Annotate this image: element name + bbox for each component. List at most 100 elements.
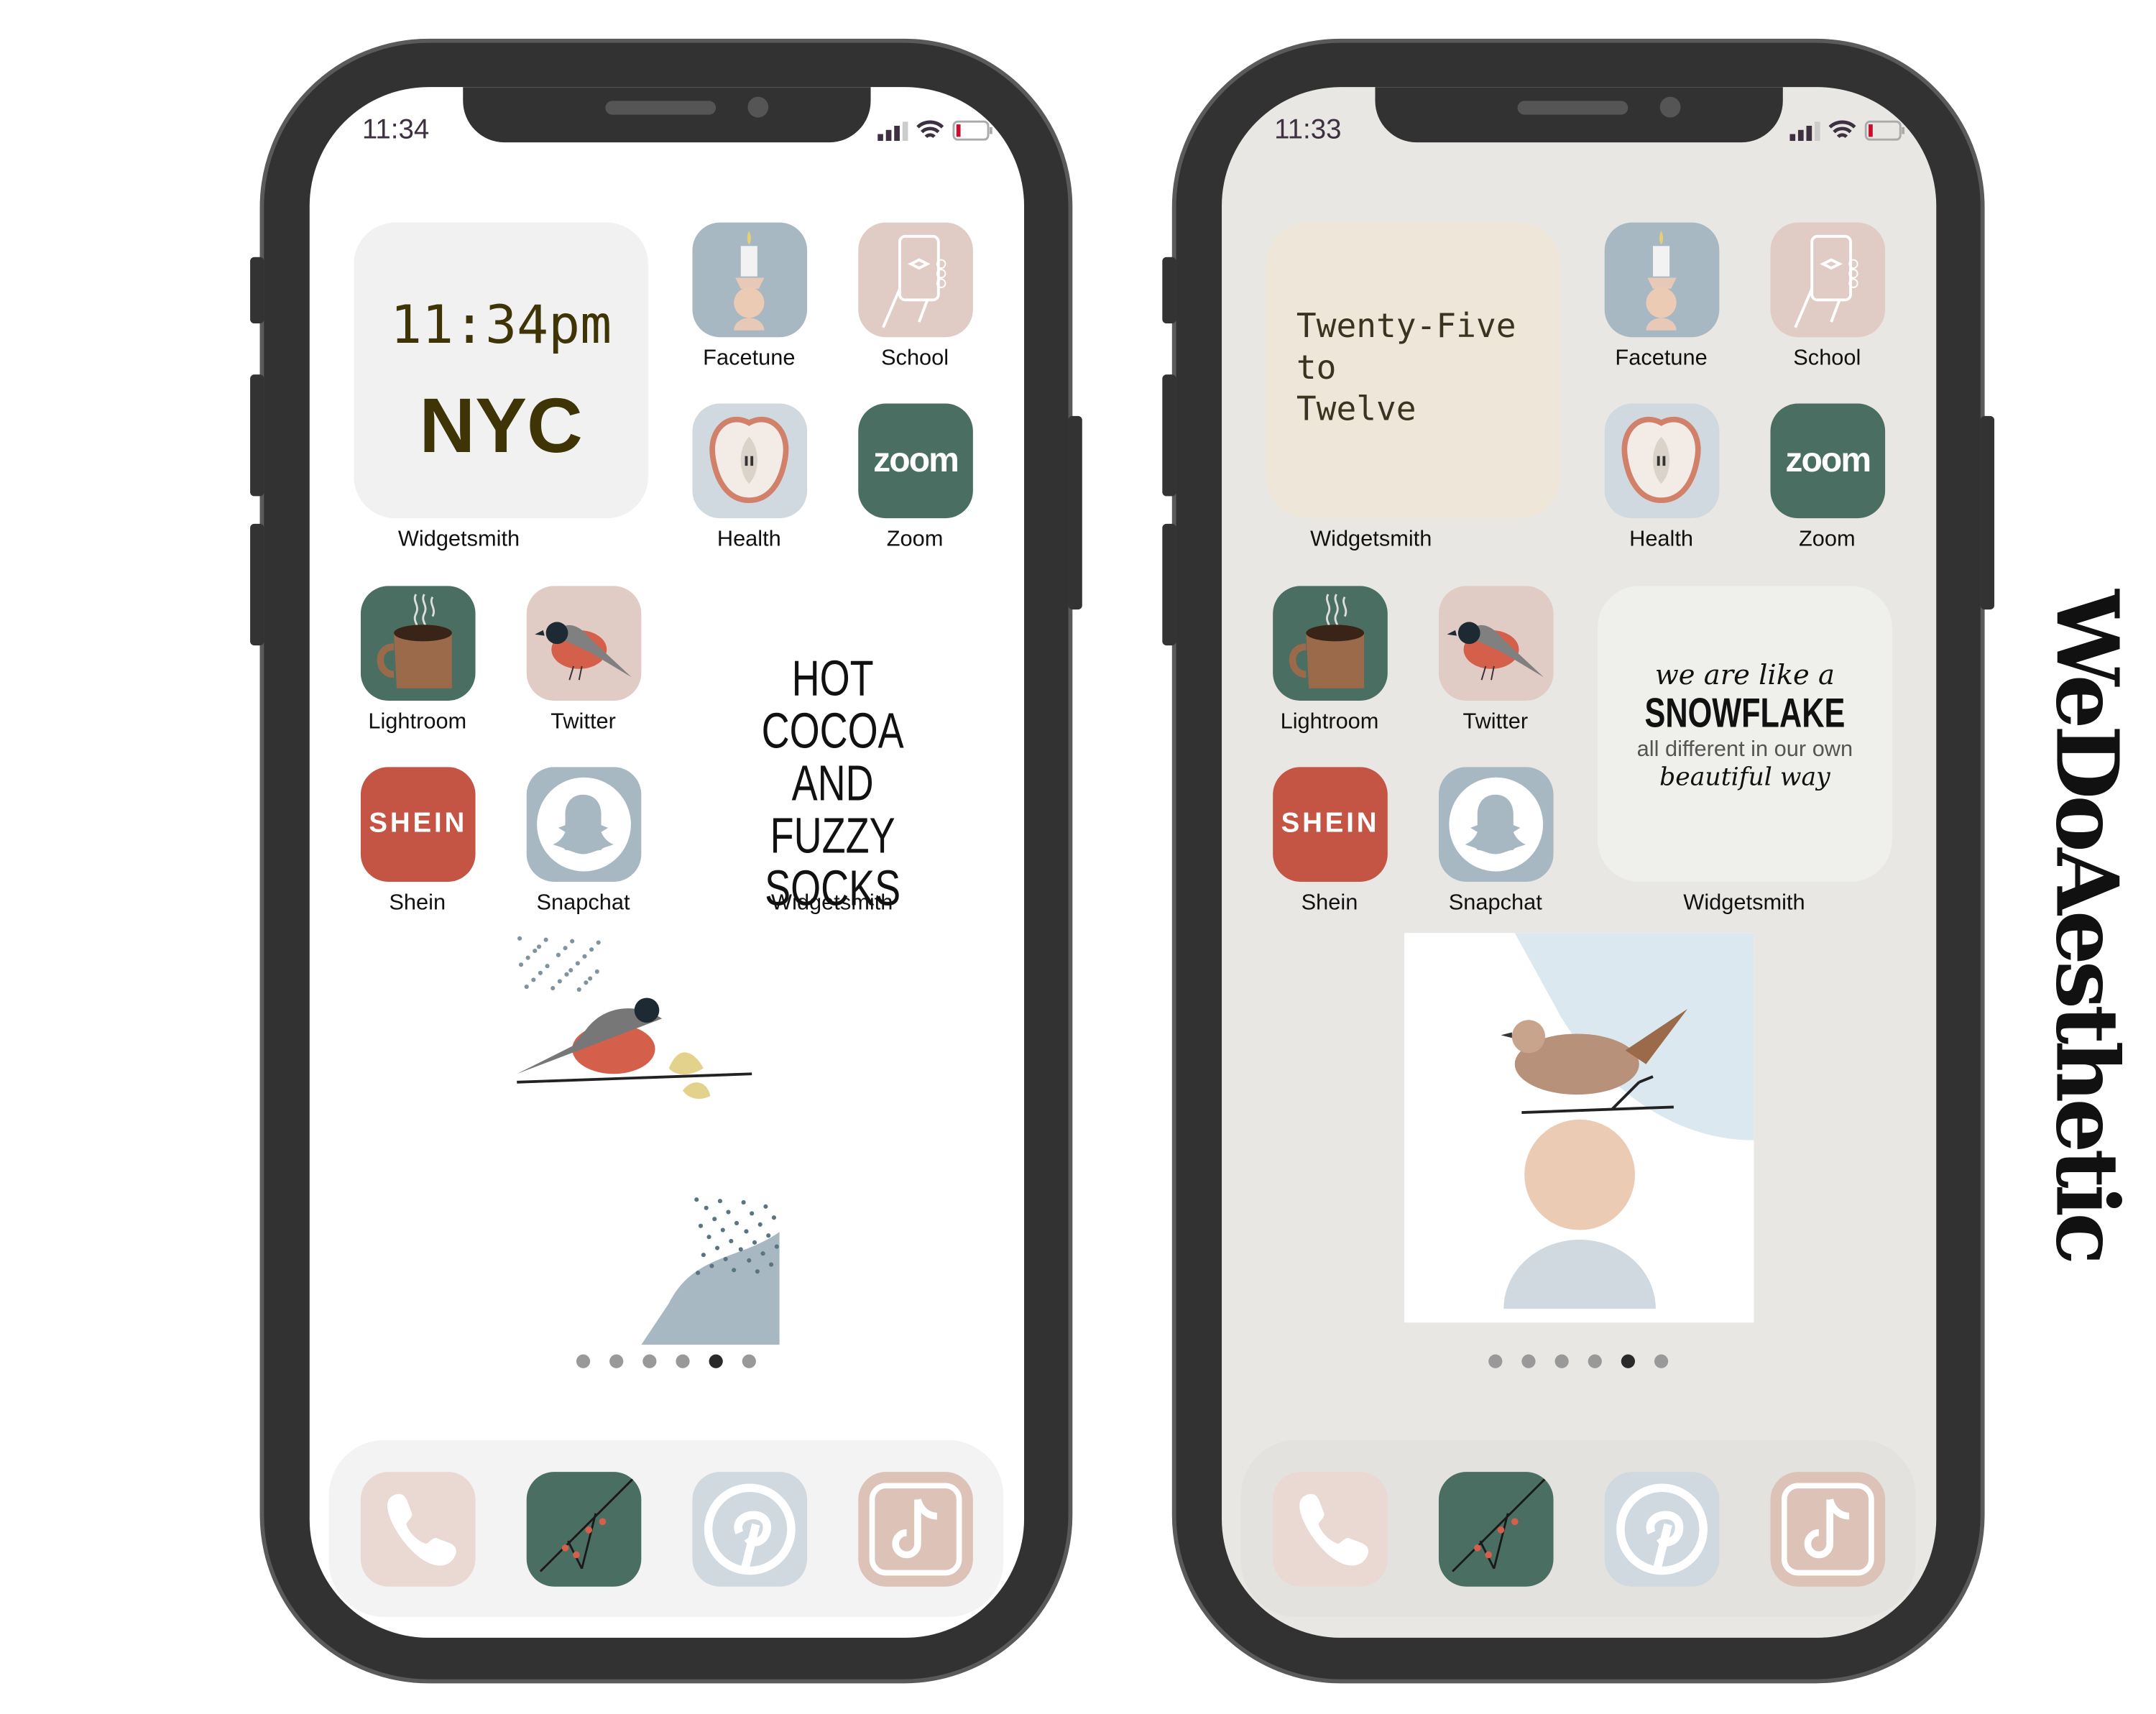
tiktok-icon <box>1781 1483 1874 1576</box>
phone-mockup: 11:34 11:34pm NYC Widgetsmith Facetune Sc… <box>250 38 1082 1684</box>
camera <box>747 96 769 118</box>
widget-line: HOT COCOA <box>761 649 904 759</box>
app-label: School <box>1793 346 1861 371</box>
volume-down-button <box>1162 523 1176 646</box>
pinterest-icon <box>1616 1483 1708 1575</box>
app-zoom[interactable]: zoom <box>858 403 973 519</box>
app-lightroom[interactable] <box>360 586 476 701</box>
app-label: Shein <box>389 891 446 916</box>
page-indicator[interactable] <box>1488 1354 1669 1368</box>
notch <box>1375 87 1783 143</box>
status-bar <box>877 120 994 141</box>
widget-time: 11:34pm <box>390 294 612 356</box>
wifi-icon <box>916 120 944 139</box>
app-shein[interactable]: SHEIN <box>360 767 476 882</box>
status-bar <box>1789 120 1906 141</box>
dock-tiktok[interactable] <box>1770 1472 1886 1587</box>
speaker <box>605 101 717 115</box>
clock-widget[interactable]: 11:34pm NYC <box>354 222 648 519</box>
page-dot[interactable] <box>1488 1354 1503 1368</box>
page-indicator[interactable] <box>576 1354 756 1368</box>
zoom-logo: zoom <box>1785 441 1871 480</box>
volume-up-button <box>1162 374 1176 497</box>
widget-label: Widgetsmith <box>1683 891 1805 916</box>
app-label: School <box>881 346 949 371</box>
page-dot[interactable] <box>1554 1354 1569 1368</box>
coffee-mug-icon <box>377 594 452 688</box>
apple-half-icon <box>1621 416 1701 504</box>
phone-icon <box>1299 1493 1369 1566</box>
page-dot[interactable] <box>709 1354 723 1368</box>
text-widget[interactable]: Twenty-Five to Twelve <box>1266 222 1561 519</box>
dock-phone[interactable] <box>1273 1472 1388 1587</box>
dock-photos[interactable] <box>526 1472 642 1587</box>
app-label: Snapchat <box>1448 891 1542 916</box>
power-button <box>1980 415 1995 610</box>
widget-line: Twelve <box>1296 390 1416 429</box>
bullfinch-icon <box>535 622 632 681</box>
dock-phone[interactable] <box>360 1472 476 1587</box>
app-facetune[interactable] <box>1604 222 1720 338</box>
phone-graduation-icon <box>882 234 946 328</box>
app-label: Zoom <box>886 527 944 552</box>
page-dot[interactable] <box>1621 1354 1636 1368</box>
app-shein[interactable]: SHEIN <box>1273 767 1388 882</box>
dock-pinterest[interactable] <box>692 1472 808 1587</box>
dock-tiktok[interactable] <box>858 1472 973 1587</box>
widget-script: beautiful way <box>1659 762 1830 792</box>
branch-berries-icon <box>1452 1473 1550 1572</box>
app-health[interactable] <box>1604 403 1720 519</box>
wifi-icon <box>1828 120 1856 139</box>
widget-label: Widgetsmith <box>771 891 893 916</box>
power-button <box>1068 415 1082 610</box>
widget-label: Widgetsmith <box>397 527 520 552</box>
speaker <box>1517 101 1628 115</box>
coffee-mug-icon <box>1289 594 1365 688</box>
shein-logo: SHEIN <box>1281 808 1380 839</box>
widget-line: AND <box>791 755 874 811</box>
candle-icon <box>734 231 765 331</box>
widget-body: all different in our own <box>1636 737 1853 762</box>
dock-photos[interactable] <box>1438 1472 1554 1587</box>
app-lightroom[interactable] <box>1273 586 1388 701</box>
volume-down-button <box>250 523 264 646</box>
app-facetune[interactable] <box>692 222 808 338</box>
app-snapchat[interactable] <box>1438 767 1554 882</box>
page-dot[interactable] <box>1521 1354 1536 1368</box>
dock-pinterest[interactable] <box>1604 1472 1720 1587</box>
widget-label: Widgetsmith <box>1310 527 1432 552</box>
dock <box>1240 1439 1916 1618</box>
bird-illustration <box>517 936 780 1345</box>
pinterest-icon <box>704 1483 796 1575</box>
app-label: Zoom <box>1799 527 1856 552</box>
app-health[interactable] <box>692 403 808 519</box>
page-dot[interactable] <box>742 1354 756 1368</box>
page-dot[interactable] <box>1654 1354 1669 1368</box>
page-dot[interactable] <box>642 1354 657 1368</box>
widget-script: we are like a <box>1654 658 1835 691</box>
app-school[interactable] <box>1770 222 1886 338</box>
volume-up-button <box>250 374 264 497</box>
page-dot[interactable] <box>609 1354 624 1368</box>
status-time: 11:33 <box>1274 114 1342 145</box>
page-dot[interactable] <box>576 1354 591 1368</box>
snapchat-ghost-icon <box>537 777 631 872</box>
page-dot[interactable] <box>1588 1354 1602 1368</box>
app-label: Lightroom <box>368 710 467 734</box>
branch-berries-icon <box>539 1473 638 1572</box>
app-zoom[interactable]: zoom <box>1770 403 1886 519</box>
app-label: Twitter <box>550 710 616 734</box>
battery-icon <box>952 120 992 141</box>
quote-widget[interactable]: HOT COCOA AND FUZZY SOCKS <box>718 586 948 914</box>
app-label: Health <box>717 527 781 552</box>
snowflake-widget[interactable]: we are like a SNOWFLAKE all different in o… <box>1598 586 1892 882</box>
app-twitter[interactable] <box>1438 586 1554 701</box>
camera <box>1659 96 1681 118</box>
mute-switch <box>1162 257 1176 324</box>
app-school[interactable] <box>858 222 973 338</box>
app-twitter[interactable] <box>526 586 642 701</box>
page-dot[interactable] <box>676 1354 690 1368</box>
app-snapchat[interactable] <box>526 767 642 882</box>
signal-icon <box>1789 121 1820 141</box>
dock <box>328 1439 1004 1618</box>
